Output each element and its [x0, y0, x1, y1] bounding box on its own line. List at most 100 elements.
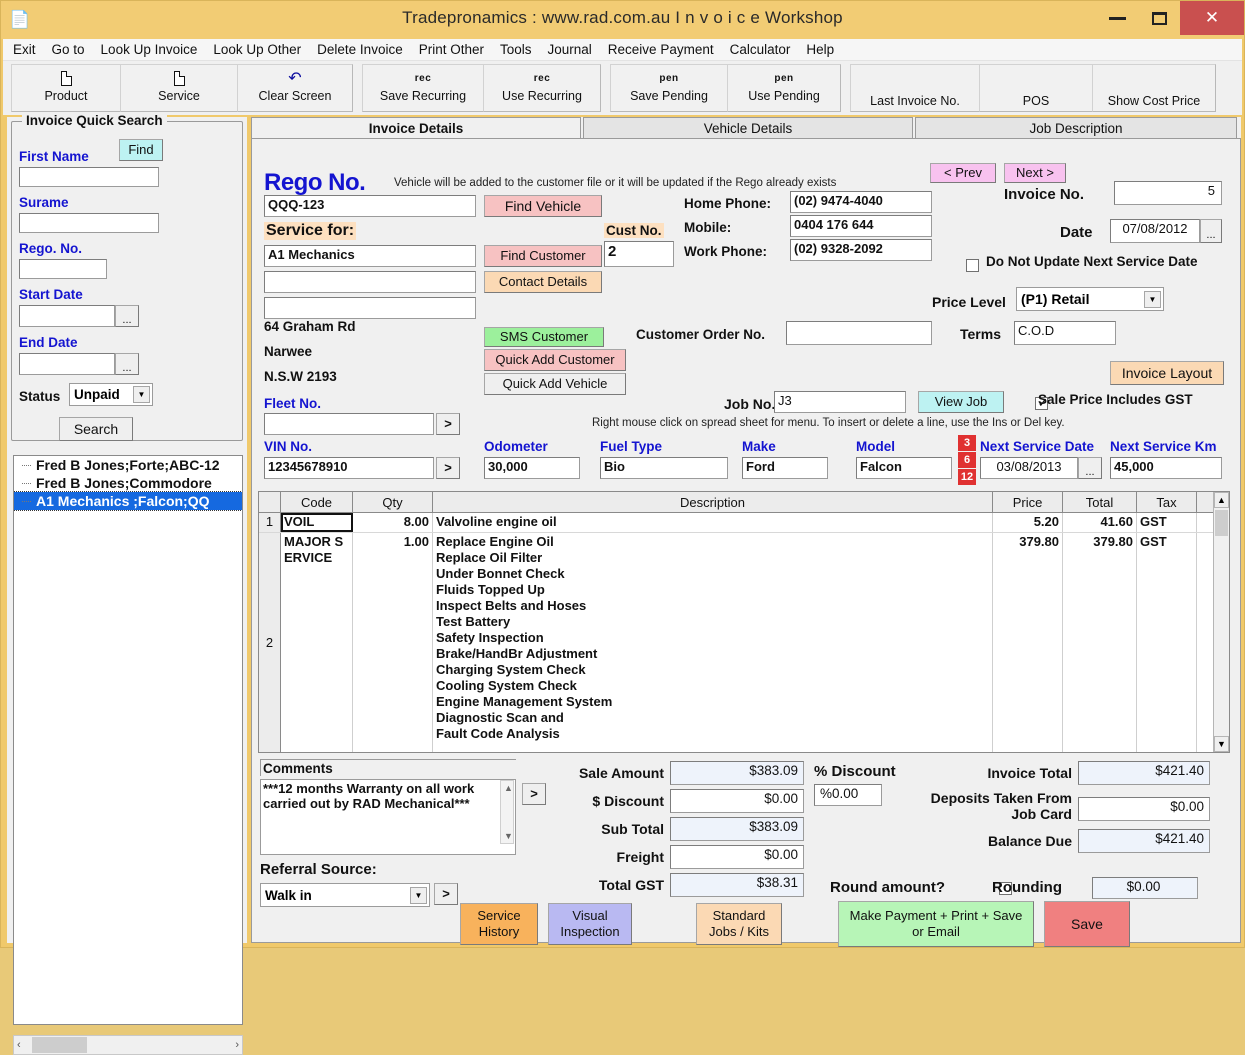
odometer-input[interactable]: 30,000	[484, 457, 580, 479]
referral-source-select[interactable]: Walk in ▼	[260, 883, 430, 907]
find-button[interactable]: Find	[119, 139, 163, 161]
comments-scrollbar[interactable]: ▲ ▼	[500, 780, 514, 844]
discount-dollar-input[interactable]: $0.00	[670, 789, 804, 813]
cell-total[interactable]: 41.60	[1063, 513, 1137, 532]
contact-details-button[interactable]: Contact Details	[484, 271, 602, 293]
toolbar-button-use-pending[interactable]: pen Use Pending	[727, 64, 841, 112]
price-level-select[interactable]: (P1) Retail ▼	[1016, 287, 1164, 311]
cell-code[interactable]: VOIL	[281, 513, 353, 532]
search-results-list[interactable]: Fred B Jones;Forte;ABC-12 Fred B Jones;C…	[13, 455, 243, 1025]
line-items-grid[interactable]: Code Qty Description Price Total Tax 1 V…	[258, 491, 1230, 753]
menu-item-look-up-invoice[interactable]: Look Up Invoice	[101, 42, 198, 57]
rego-no-input[interactable]: QQQ-123	[264, 195, 476, 217]
cell-price[interactable]: 5.20	[993, 513, 1063, 532]
tab-vehicle-details[interactable]: Vehicle Details	[583, 117, 913, 139]
referral-source-lookup-button[interactable]: >	[434, 883, 458, 905]
job-no-input[interactable]: J3	[774, 391, 906, 413]
end-date-picker-button[interactable]: ...	[115, 353, 139, 375]
start-date-picker-button[interactable]: ...	[115, 305, 139, 327]
make-payment-button[interactable]: Make Payment + Print + Save or Email	[838, 901, 1034, 947]
status-select[interactable]: Unpaid ▼	[69, 383, 153, 406]
vin-no-lookup-button[interactable]: >	[436, 457, 460, 479]
work-phone-input[interactable]: (02) 9328-2092	[790, 239, 932, 261]
model-input[interactable]: Falcon	[856, 457, 952, 479]
minimize-button[interactable]	[1096, 1, 1138, 35]
end-date-input[interactable]	[19, 353, 115, 375]
menu-item-tools[interactable]: Tools	[500, 42, 532, 57]
menu-item-look-up-other[interactable]: Look Up Other	[213, 42, 301, 57]
start-date-input[interactable]	[19, 305, 115, 327]
search-button[interactable]: Search	[59, 417, 133, 441]
scroll-down-icon[interactable]: ▼	[1214, 736, 1229, 752]
fleet-no-lookup-button[interactable]: >	[436, 413, 460, 435]
menu-item-calculator[interactable]: Calculator	[730, 42, 791, 57]
scroll-right-icon[interactable]: ›	[235, 1039, 239, 1051]
customer-order-no-input[interactable]	[786, 321, 932, 345]
rego-no-input[interactable]	[19, 259, 107, 279]
table-row[interactable]: 2 MAJOR SERVICE 1.00 Replace Engine Oil …	[259, 533, 1229, 752]
list-item[interactable]: Fred B Jones;Commodore	[14, 474, 242, 492]
date-picker-button[interactable]: ...	[1200, 219, 1222, 243]
menu-item-delete-invoice[interactable]: Delete Invoice	[317, 42, 403, 57]
grid-vertical-scrollbar[interactable]: ▲ ▼	[1213, 492, 1229, 752]
toolbar-button-show-cost-price[interactable]: Show Cost Price	[1092, 64, 1216, 112]
next-service-date-input[interactable]: 03/08/2013	[980, 457, 1078, 479]
make-input[interactable]: Ford	[742, 457, 828, 479]
list-item[interactable]: A1 Mechanics ;Falcon;QQ	[14, 491, 242, 511]
service-for-input-2[interactable]	[264, 271, 476, 293]
view-job-button[interactable]: View Job	[918, 391, 1004, 413]
menu-item-receive-payment[interactable]: Receive Payment	[608, 42, 714, 57]
freight-input[interactable]: $0.00	[670, 845, 804, 869]
service-interval-3-button[interactable]: 3	[958, 435, 976, 451]
table-row[interactable]: 1 VOIL 8.00 Valvoline engine oil 5.20 41…	[259, 513, 1229, 533]
toolbar-button-service[interactable]: Service	[120, 64, 238, 112]
scroll-up-icon[interactable]: ▲	[504, 783, 513, 793]
first-name-input[interactable]	[19, 167, 159, 187]
mobile-input[interactable]: 0404 176 644	[790, 215, 932, 237]
scroll-up-icon[interactable]: ▲	[1214, 492, 1229, 508]
tab-job-description[interactable]: Job Description	[915, 117, 1237, 139]
invoice-layout-button[interactable]: Invoice Layout	[1110, 361, 1224, 385]
toolbar-button-clear-screen[interactable]: ↶ Clear Screen	[237, 64, 353, 112]
cell-code[interactable]: MAJOR SERVICE	[281, 533, 353, 752]
next-service-date-picker-button[interactable]: ...	[1078, 457, 1102, 479]
terms-input[interactable]: C.O.D	[1014, 321, 1116, 345]
cell-price[interactable]: 379.80	[993, 533, 1063, 752]
fleet-no-input[interactable]	[264, 413, 434, 435]
service-interval-6-button[interactable]: 6	[958, 452, 976, 468]
service-interval-12-button[interactable]: 12	[958, 469, 976, 485]
tab-invoice-details[interactable]: Invoice Details	[251, 117, 581, 139]
do-not-update-next-service-checkbox[interactable]	[966, 259, 979, 273]
standard-jobs-kits-button[interactable]: Standard Jobs / Kits	[696, 903, 782, 945]
quick-add-customer-button[interactable]: Quick Add Customer	[484, 349, 626, 371]
menu-item-journal[interactable]: Journal	[548, 42, 592, 57]
find-vehicle-button[interactable]: Find Vehicle	[484, 195, 602, 217]
cell-tax[interactable]: GST	[1137, 533, 1197, 752]
menu-item-exit[interactable]: Exit	[13, 42, 36, 57]
home-phone-input[interactable]: (02) 9474-4040	[790, 191, 932, 213]
cust-no-input[interactable]: 2	[604, 241, 674, 267]
save-button[interactable]: Save	[1044, 901, 1130, 947]
find-customer-button[interactable]: Find Customer	[484, 245, 602, 267]
maximize-button[interactable]	[1138, 1, 1180, 35]
discount-pct-input[interactable]: %0.00	[814, 784, 882, 806]
cell-description[interactable]: Valvoline engine oil	[433, 513, 993, 532]
scrollbar-thumb[interactable]	[1215, 510, 1228, 536]
next-service-km-input[interactable]: 45,000	[1110, 457, 1222, 479]
results-horizontal-scrollbar[interactable]: ‹ ›	[13, 1035, 243, 1055]
cell-qty[interactable]: 1.00	[353, 533, 433, 752]
toolbar-button-pos[interactable]: POS	[979, 64, 1093, 112]
invoice-no-input[interactable]: 5	[1114, 181, 1222, 205]
deposits-taken-input[interactable]: $0.00	[1078, 797, 1210, 821]
visual-inspection-button[interactable]: Visual Inspection	[548, 903, 632, 945]
next-invoice-button[interactable]: Next >	[1004, 163, 1066, 183]
list-item[interactable]: Fred B Jones;Forte;ABC-12	[14, 456, 242, 474]
sms-customer-button[interactable]: SMS Customer	[484, 327, 604, 347]
toolbar-button-save-pending[interactable]: pen Save Pending	[610, 64, 728, 112]
cell-total[interactable]: 379.80	[1063, 533, 1137, 752]
date-input[interactable]: 07/08/2012	[1110, 219, 1200, 243]
scrollbar-thumb[interactable]	[32, 1037, 87, 1053]
service-for-input-1[interactable]: A1 Mechanics	[264, 245, 476, 267]
cell-tax[interactable]: GST	[1137, 513, 1197, 532]
cell-qty[interactable]: 8.00	[353, 513, 433, 532]
